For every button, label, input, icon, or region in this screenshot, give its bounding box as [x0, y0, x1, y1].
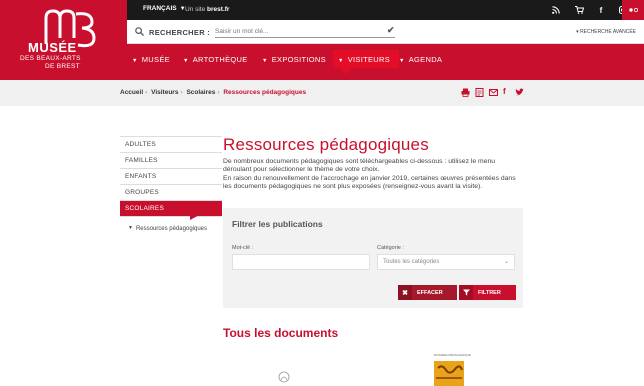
logo-subtitle: DES BEAUX-ARTS	[20, 55, 81, 62]
language-label: FRANÇAIS	[143, 5, 177, 12]
breadcrumb-item-visiteurs[interactable]: Visiteurs	[151, 89, 178, 96]
site-link[interactable]: Un site brest.fr	[185, 6, 229, 13]
intro-paragraph-1: De nombreux documents pédagogiques sont …	[223, 158, 496, 174]
site-prefix: Un site	[185, 6, 206, 13]
document-thumbnail-cover[interactable]	[432, 352, 466, 386]
sidebar-subitem-ressources[interactable]: ▼ Ressources pédagogiques	[120, 216, 222, 264]
caret-down-icon: ▼	[399, 58, 405, 64]
chevron-right-icon: ›	[180, 89, 183, 96]
close-icon: ✖	[398, 285, 412, 300]
nav-item-visiteurs[interactable]: ▼ VISITEURS	[338, 55, 390, 64]
chevron-right-icon: ›	[217, 89, 220, 96]
search-input[interactable]	[215, 26, 395, 38]
sidebar-subitem-label: Ressources pédagogiques	[135, 226, 208, 232]
breadcrumb-current: Ressources pédagogiques	[223, 89, 307, 96]
clear-button-label: EFFACER	[417, 289, 443, 296]
pdf-icon[interactable]	[475, 88, 484, 97]
logo-city: DE BREST	[45, 63, 80, 70]
category-label: Catégorie :	[377, 245, 404, 251]
facebook-share-icon[interactable]: f	[503, 87, 512, 96]
breadcrumb-bar: Accueil › Visiteurs › Scolaires › Ressource…	[0, 80, 644, 106]
documents-heading: Tous les documents	[223, 326, 339, 340]
breadcrumb: Accueil › Visiteurs › Scolaires › Ressource…	[120, 89, 306, 96]
nav-label: MUSÉE	[141, 55, 170, 64]
nav-label: VISITEURS	[347, 55, 391, 64]
caret-down-icon: ▼	[128, 225, 133, 231]
category-select[interactable]: Toutes les catégories ⌄	[377, 254, 515, 270]
search-submit-check-icon[interactable]: ✔	[387, 25, 395, 36]
sidebar-item-adultes[interactable]: ADULTES	[120, 136, 222, 152]
nav-item-expositions[interactable]: ▼ EXPOSITIONS	[262, 55, 326, 64]
museum-logo[interactable]: MUSÉE DES BEAUX-ARTS DE BREST	[0, 0, 127, 80]
cart-icon[interactable]	[568, 0, 590, 20]
nav-item-artotheque[interactable]: ▼ ARTOTHÈQUE	[183, 55, 248, 64]
sidebar-item-enfants[interactable]: ENFANTS	[120, 168, 222, 184]
sidebar: ADULTES FAMILLES ENFANTS GROUPES SCOLAIR…	[120, 136, 222, 264]
keyword-input[interactable]	[232, 254, 370, 270]
sidebar-item-familles[interactable]: FAMILLES	[120, 152, 222, 168]
top-bar: FRANÇAIS ▼ Un site brest.fr f	[127, 0, 644, 20]
filter-button[interactable]: FILTRER	[459, 285, 516, 300]
filter-button-label: FILTRER	[478, 289, 501, 296]
filter-title: Filtrer les publications	[232, 219, 323, 229]
nav-item-musee[interactable]: ▼ MUSÉE	[132, 55, 170, 64]
caret-down-icon: ▼	[183, 58, 189, 64]
nav-active-pointer	[340, 68, 352, 74]
search-label: RECHERCHER :	[149, 28, 211, 37]
intro-text: De nombreux documents pédagogiques sont …	[223, 158, 523, 191]
sidebar-item-groupes[interactable]: GROUPES	[120, 184, 222, 200]
rss-icon[interactable]	[545, 0, 567, 20]
sidebar-active-wedge	[190, 204, 220, 220]
chevron-down-icon: ⌄	[503, 259, 509, 265]
keyword-label: Mot-clé :	[232, 245, 254, 251]
twitter-share-icon[interactable]	[515, 88, 524, 97]
nav-label: ARTOTHÈQUE	[192, 55, 248, 64]
caret-down-icon: ▼	[262, 58, 268, 64]
nav-label: EXPOSITIONS	[271, 55, 326, 64]
breadcrumb-item-accueil[interactable]: Accueil	[120, 89, 143, 96]
site-name: brest.fr	[207, 6, 230, 13]
facebook-icon[interactable]: f	[590, 0, 612, 20]
advanced-search-label: RECHERCHE AVANCÉE	[580, 29, 636, 35]
nav-label: AGENDA	[408, 55, 443, 64]
intro-paragraph-2: En raison du renouvellement de l'accroch…	[223, 174, 516, 190]
search-icon	[135, 27, 144, 36]
clear-button[interactable]: ✖ EFFACER	[398, 285, 457, 300]
email-icon[interactable]	[489, 88, 498, 97]
flickr-icon[interactable]	[622, 0, 644, 20]
language-selector[interactable]: FRANÇAIS ▼	[143, 5, 186, 12]
chevron-right-icon: ›	[145, 89, 148, 96]
print-icon[interactable]	[461, 88, 470, 97]
page-title: Ressources pédagogiques	[223, 135, 429, 154]
main-nav: ▼ MUSÉE ▼ ARTOTHÈQUE ▼ EXPOSITIONS ▼ VISITEU…	[127, 44, 644, 80]
document-cover-label: DOSSIER PÉDAGOGIQUE	[434, 353, 471, 357]
advanced-search-link[interactable]: ▾ RECHERCHE AVANCÉE	[576, 29, 636, 35]
document-thumbnail-sketch[interactable]	[276, 368, 292, 386]
search-bar: RECHERCHER : ✔ ▾ RECHERCHE AVANCÉE	[127, 20, 644, 44]
logo-name: MUSÉE	[28, 40, 77, 55]
filter-panel: Filtrer les publications Mot-clé : Catég…	[223, 208, 523, 308]
caret-down-icon: ▼	[338, 58, 344, 64]
nav-item-agenda[interactable]: ▼ AGENDA	[399, 55, 442, 64]
filter-icon	[459, 285, 473, 300]
category-select-value: Toutes les catégories	[383, 259, 440, 265]
caret-down-icon: ▼	[132, 58, 138, 64]
breadcrumb-item-scolaires[interactable]: Scolaires	[186, 89, 215, 96]
